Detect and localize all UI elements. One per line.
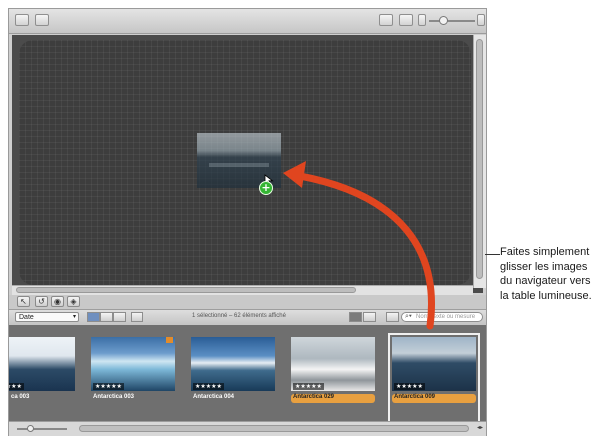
callout-line-2: glisser les images (500, 260, 588, 273)
drag-arrow (283, 161, 435, 330)
callout-line-4: la table lumineuse. (500, 289, 592, 302)
callout-line-1: Faites simplement (500, 246, 590, 258)
callout-leader-line (485, 254, 500, 255)
callout-line-3: du navigateur vers (500, 275, 591, 287)
callout-text: Faites simplement glisser les images du … (500, 245, 612, 303)
